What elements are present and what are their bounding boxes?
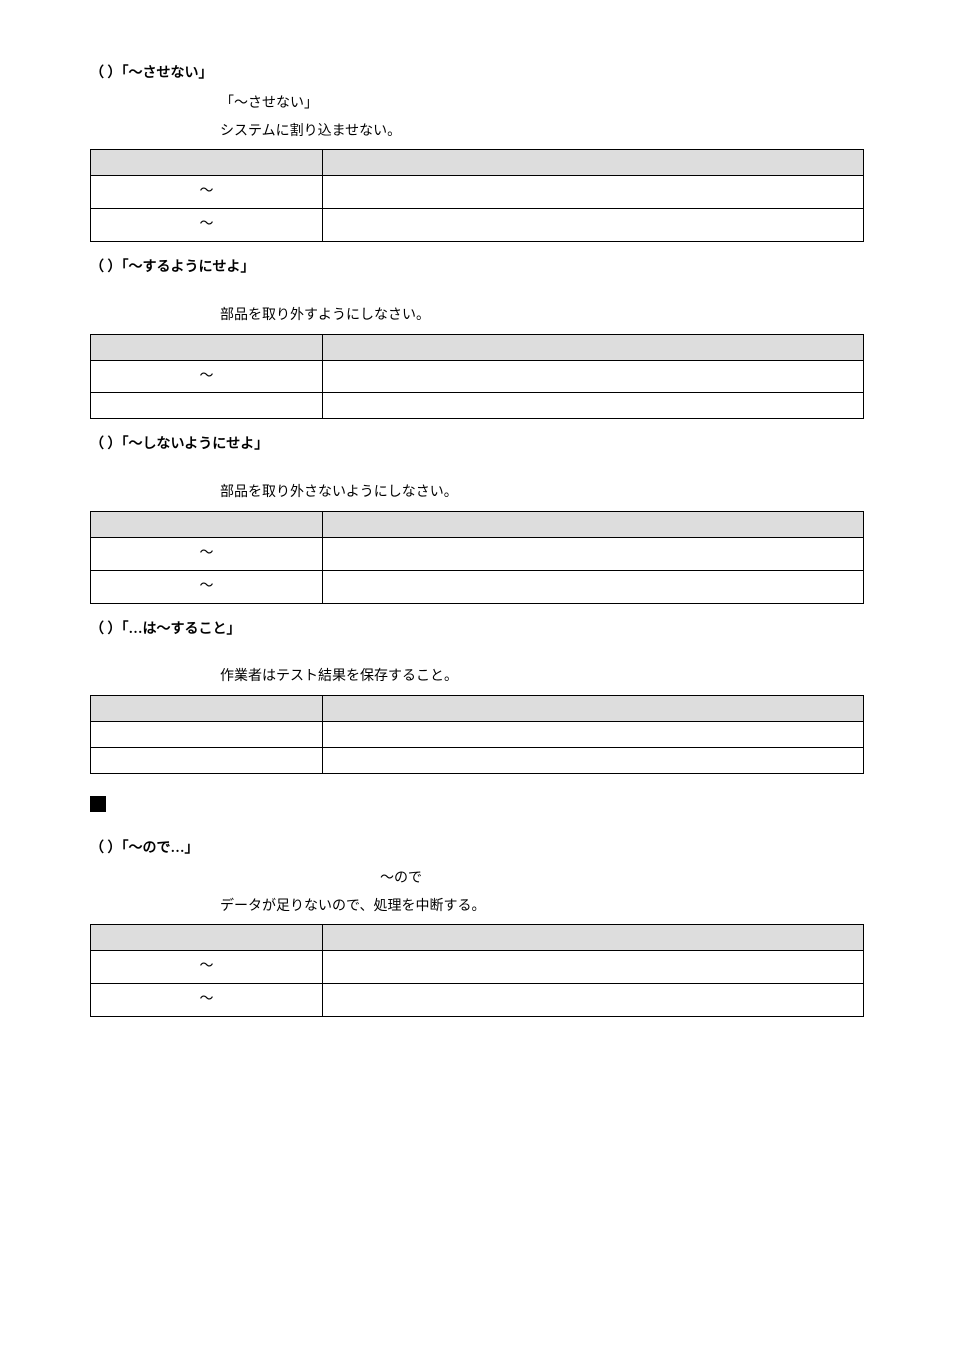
table-cell: ～ xyxy=(91,951,323,984)
table-header xyxy=(322,696,863,722)
table-cell xyxy=(322,951,863,984)
table-cell xyxy=(322,748,863,774)
desc-text: 「～させない」 xyxy=(90,92,864,116)
table-header xyxy=(91,925,323,951)
desc-text: システムに割り込ませない。 xyxy=(90,120,864,144)
table-cell xyxy=(322,209,863,242)
table-cell: ～ xyxy=(91,984,323,1017)
desc-text: ～ので xyxy=(90,867,864,891)
table-header xyxy=(322,511,863,537)
table-header xyxy=(91,696,323,722)
table-cell: ～ xyxy=(91,360,323,393)
table-cell: ～ xyxy=(91,570,323,603)
section-marker-icon xyxy=(90,796,106,812)
section-title: （ ）「～しないようにせよ」 xyxy=(90,433,864,457)
table-header xyxy=(322,925,863,951)
grammar-table: ～ xyxy=(90,334,864,420)
desc-text: 作業者はテスト結果を保存すること。 xyxy=(90,665,864,689)
section-title: （ ）「～させない」 xyxy=(90,62,864,86)
table-cell xyxy=(322,722,863,748)
desc-text: 部品を取り外さないようにしなさい。 xyxy=(90,481,864,505)
table-cell: ～ xyxy=(91,176,323,209)
table-cell xyxy=(91,722,323,748)
table-cell: ～ xyxy=(91,209,323,242)
grammar-table xyxy=(90,695,864,774)
table-cell xyxy=(322,360,863,393)
section-title: （ ）「～するようにせよ」 xyxy=(90,256,864,280)
table-cell xyxy=(322,393,863,419)
grammar-table: ～ ～ xyxy=(90,149,864,242)
table-header xyxy=(91,150,323,176)
table-cell xyxy=(322,537,863,570)
desc-text: 部品を取り外すようにしなさい。 xyxy=(90,304,864,328)
table-cell xyxy=(322,570,863,603)
grammar-table: ～ ～ xyxy=(90,511,864,604)
desc-text: データが足りないので、処理を中断する。 xyxy=(90,895,864,919)
section-title: （ ）「…は～すること」 xyxy=(90,618,864,642)
table-cell xyxy=(322,176,863,209)
table-header xyxy=(91,334,323,360)
table-header xyxy=(322,150,863,176)
section-title: （ ）「～ので…」 xyxy=(90,837,864,861)
table-cell: ～ xyxy=(91,537,323,570)
table-cell xyxy=(91,393,323,419)
table-header xyxy=(322,334,863,360)
grammar-table: ～ ～ xyxy=(90,924,864,1017)
table-cell xyxy=(91,748,323,774)
table-header xyxy=(91,511,323,537)
table-cell xyxy=(322,984,863,1017)
